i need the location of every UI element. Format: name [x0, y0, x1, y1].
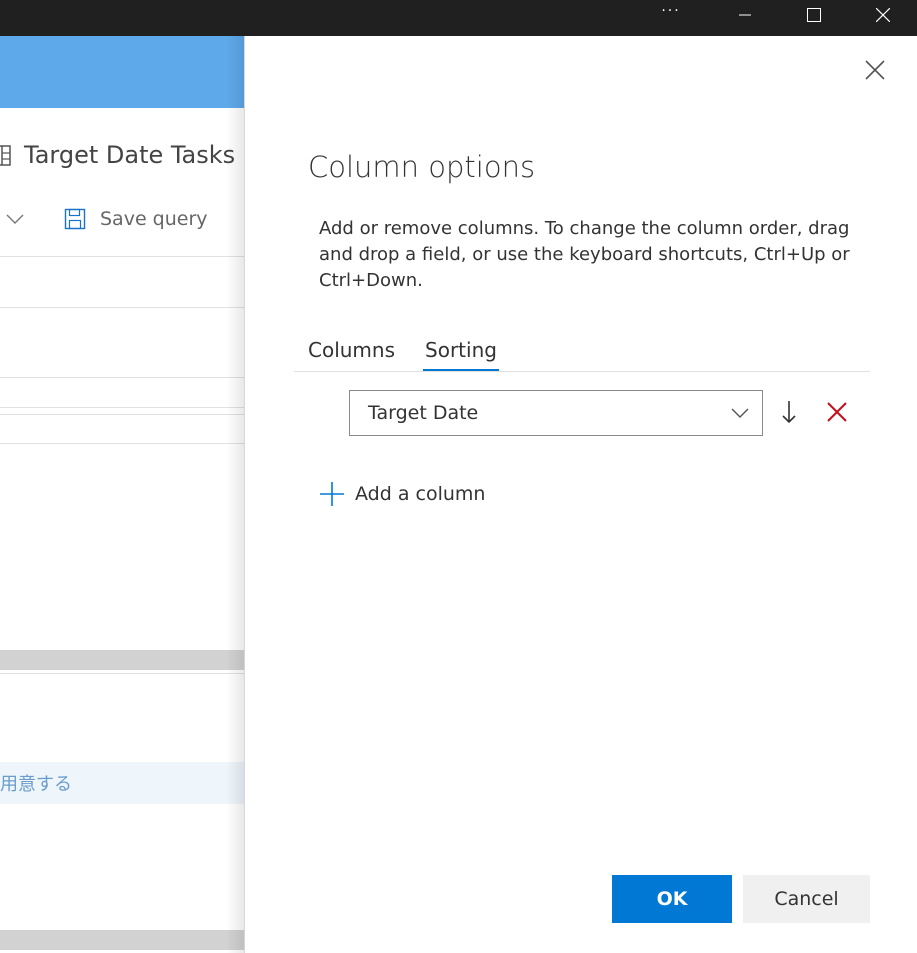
remove-icon [827, 402, 847, 422]
query-title: Target Date Tasks [0, 137, 235, 173]
horizontal-scrollbar[interactable] [0, 650, 244, 670]
background-page: Target Date Tasks Save query 用意する [0, 36, 244, 953]
window-close-button[interactable] [860, 0, 906, 30]
divider [0, 377, 244, 378]
divider [0, 407, 244, 408]
divider [0, 307, 244, 308]
save-icon [64, 208, 86, 230]
tab-columns[interactable]: Columns [308, 332, 395, 368]
sort-direction-button[interactable] [777, 398, 801, 426]
maximize-button[interactable] [791, 0, 837, 30]
more-options-button[interactable]: ··· [648, 0, 694, 26]
plus-icon [320, 482, 344, 506]
window-titlebar: ··· [0, 0, 917, 36]
query-icon [0, 145, 11, 166]
query-title-text: Target Date Tasks [24, 141, 236, 169]
tab-sorting[interactable]: Sorting [423, 332, 499, 372]
panel-close-button[interactable] [863, 58, 887, 82]
column-options-panel: Column options Add or remove columns. To… [244, 36, 917, 953]
panel-title: Column options [308, 150, 536, 184]
panel-shadow [226, 36, 246, 953]
chevron-down-icon[interactable] [4, 211, 26, 227]
add-column-label: Add a column [355, 483, 486, 505]
list-item[interactable]: 用意する [0, 762, 244, 804]
divider [0, 256, 244, 257]
chevron-down-icon [731, 408, 749, 418]
horizontal-scrollbar[interactable] [0, 930, 244, 950]
remove-sort-button[interactable] [825, 400, 849, 424]
minimize-icon [739, 14, 751, 16]
panel-description: Add or remove columns. To change the col… [319, 218, 850, 291]
close-icon [865, 60, 885, 80]
divider [0, 673, 244, 674]
minimize-button[interactable] [722, 0, 768, 30]
sort-field-value: Target Date [368, 402, 479, 424]
tabs-divider [294, 371, 870, 372]
tab-list: Columns Sorting [308, 332, 527, 372]
sort-field-dropdown[interactable]: Target Date [349, 390, 763, 436]
cancel-button[interactable]: Cancel [743, 875, 870, 923]
save-query-button[interactable]: Save query [100, 208, 208, 230]
header-banner [0, 36, 244, 108]
close-icon [876, 8, 890, 22]
maximize-icon [807, 8, 821, 22]
divider [0, 414, 244, 415]
list-item-link[interactable]: 用意する [0, 770, 72, 796]
ok-button[interactable]: OK [612, 875, 732, 923]
query-toolbar: Save query [0, 204, 244, 234]
add-column-button[interactable]: Add a column [319, 478, 485, 510]
arrow-down-icon [782, 401, 796, 424]
app-root: ··· Target Date Tasks Save query 用意する Co… [0, 0, 917, 953]
divider [0, 443, 244, 444]
